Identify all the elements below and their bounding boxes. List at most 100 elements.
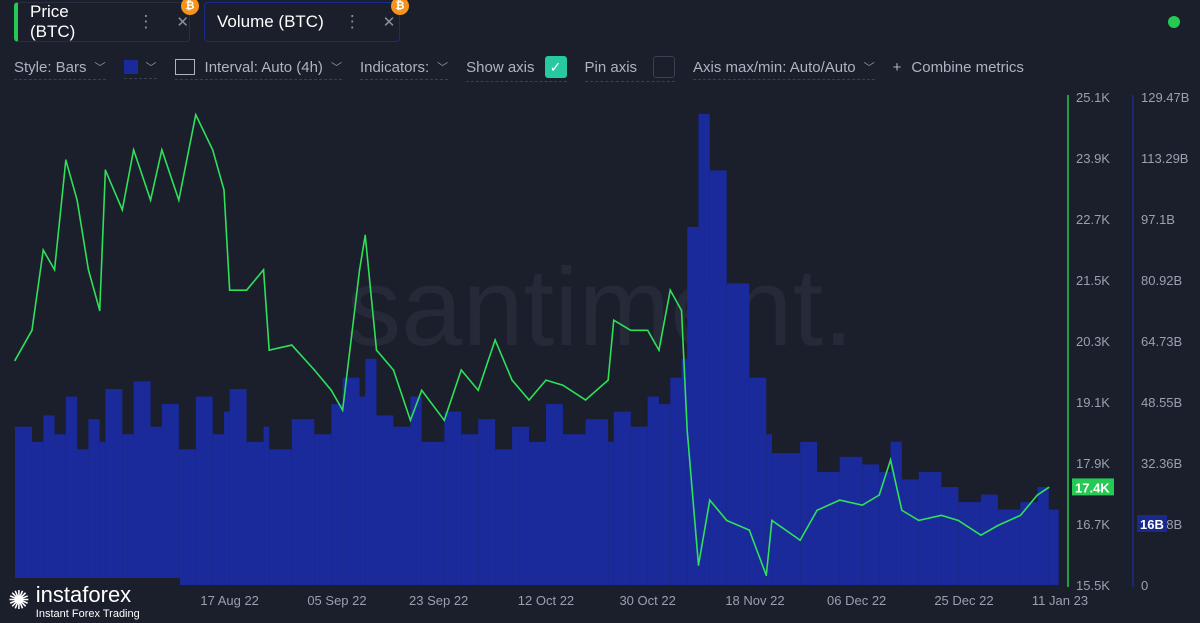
x-tick-label: 18 Nov 22 [725, 593, 784, 608]
instaforex-logo: ✺ instaforex Instant Forex Trading [0, 578, 180, 623]
price-point [1019, 514, 1022, 517]
volume-bar [918, 471, 942, 585]
volume-bar [269, 449, 292, 585]
price-point [997, 524, 999, 527]
price-point [313, 369, 316, 371]
price-point [511, 379, 513, 381]
price-point [669, 289, 672, 291]
price-point [14, 359, 16, 362]
price-tick-label: 23.9K [1076, 151, 1110, 166]
price-tick-label: 15.5K [1076, 578, 1110, 593]
price-point [330, 389, 333, 392]
volume-bar [150, 426, 162, 585]
price-point [980, 534, 982, 536]
price-point [161, 149, 163, 151]
price-point [460, 369, 463, 371]
price-point [861, 504, 864, 506]
price-point [658, 349, 660, 351]
price-point [697, 564, 700, 566]
price-point [104, 169, 107, 171]
price-point [725, 519, 728, 522]
price-point [392, 369, 395, 371]
volume-bar [941, 487, 959, 585]
price-point [816, 509, 818, 512]
x-tick-label: 25 Dec 22 [934, 593, 993, 608]
volume-tick-label: 113.29B [1141, 151, 1188, 166]
price-point [262, 269, 265, 271]
price-point [494, 339, 496, 341]
price-point [443, 419, 446, 422]
price-point [680, 309, 683, 312]
volume-tick-label: 80.92B [1141, 273, 1182, 288]
x-tick-label: 11 Jan 23 [1032, 593, 1088, 608]
price-point [65, 159, 67, 161]
price-point [901, 509, 903, 512]
logo-name: instaforex [35, 581, 132, 607]
price-point [76, 199, 78, 201]
price-point [42, 249, 45, 251]
volume-bar [99, 441, 106, 585]
volume-bar [421, 441, 445, 585]
price-point [149, 199, 152, 201]
volume-bar [608, 441, 614, 585]
price-point [223, 189, 225, 191]
volume-bar [246, 441, 264, 585]
price-point [917, 519, 920, 522]
price-point [290, 344, 293, 346]
volume-bar [342, 377, 360, 585]
volume-bar [105, 389, 123, 585]
price-point [358, 269, 361, 271]
x-tick-label: 23 Sep 22 [409, 593, 468, 608]
x-tick-label: 17 Aug 22 [200, 593, 259, 608]
volume-bar [161, 404, 179, 585]
logo-mark-icon: ✺ [8, 585, 30, 615]
price-point [584, 399, 587, 401]
price-point [629, 329, 632, 332]
volume-tick-label: 129.47B [1141, 90, 1189, 105]
volume-bar [478, 419, 496, 585]
volume-bar [122, 434, 134, 585]
volume-bar [1020, 502, 1038, 585]
price-point [409, 419, 412, 422]
last-price-label: 17.4K [1075, 480, 1110, 495]
price-point [341, 409, 344, 411]
volume-bar [495, 449, 513, 585]
volume-bar [365, 358, 377, 585]
price-point [121, 209, 124, 211]
price-point [528, 399, 530, 401]
volume-bar [658, 404, 671, 585]
price-point [748, 529, 751, 531]
price-point [98, 309, 101, 312]
price-point [245, 289, 248, 291]
volume-bar [862, 464, 880, 585]
volume-bar [562, 434, 586, 585]
volume-tick-label: 64.73B [1141, 334, 1182, 349]
price-volume-chart[interactable]: santiment. 25.1K 23.9K 22.7K 21.5K 20.3K 19.1… [0, 0, 1200, 623]
price-tick-label: 25.1K [1076, 90, 1110, 105]
price-point [765, 574, 768, 577]
volume-bar [54, 434, 66, 585]
price-point [31, 329, 33, 332]
volume-bar [331, 404, 343, 585]
volume-bar [444, 411, 462, 585]
volume-bar [771, 453, 801, 585]
price-point [686, 429, 688, 432]
volume-bar [630, 426, 648, 585]
price-point [838, 499, 841, 501]
price-point [375, 349, 378, 351]
volume-bar [359, 396, 366, 585]
price-point [364, 234, 367, 237]
price-point [211, 149, 214, 151]
x-tick-label: 06 Dec 22 [827, 593, 886, 608]
volume-bar [461, 434, 479, 585]
volume-bar [229, 389, 247, 585]
price-tick-label: 19.1K [1076, 395, 1110, 410]
volume-bar [291, 419, 315, 585]
price-point [268, 349, 270, 351]
price-point [889, 459, 892, 461]
price-point [420, 389, 423, 392]
volume-tick-label: 48.55B [1141, 395, 1182, 410]
volume-bar [681, 358, 688, 585]
volume-bar [613, 411, 631, 585]
price-point [1047, 486, 1050, 489]
